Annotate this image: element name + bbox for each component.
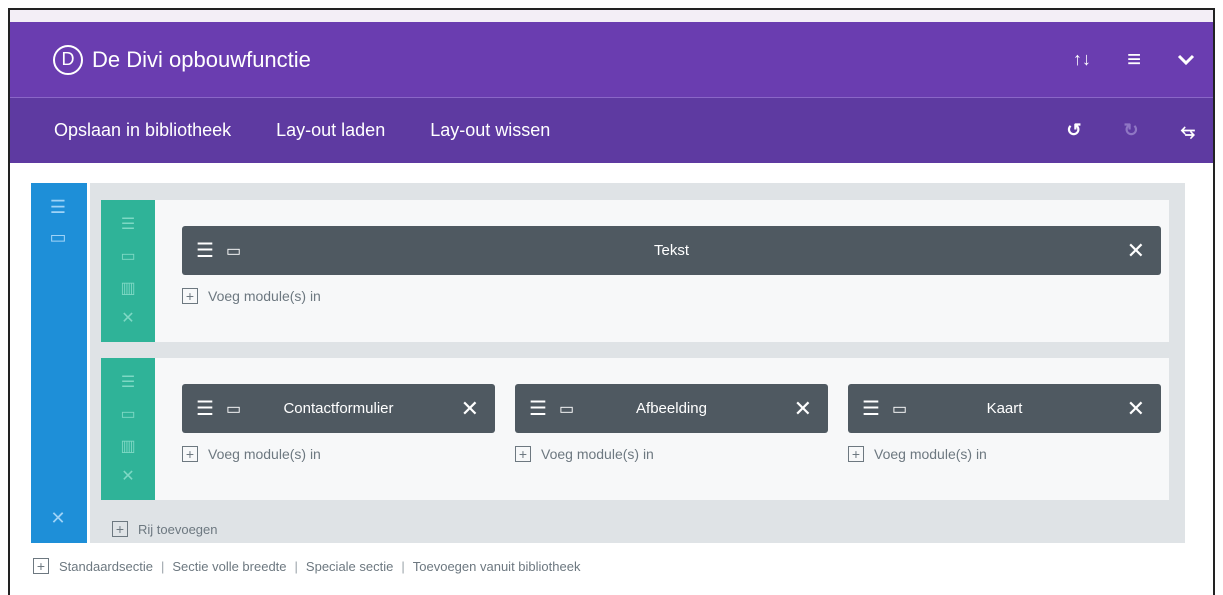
top-strip <box>10 10 1213 22</box>
plus-icon: + <box>515 446 531 462</box>
row-settings-icon[interactable]: ▭ <box>116 246 140 266</box>
plus-icon: + <box>848 446 864 462</box>
module-move-icon[interactable]: ☰ <box>196 396 214 421</box>
row-delete-icon[interactable]: ✕ <box>116 308 140 328</box>
standard-section-link[interactable]: Standaardsectie <box>59 559 153 574</box>
add-module-label: Voeg module(s) in <box>208 288 321 304</box>
module-settings-icon[interactable]: ▭ <box>892 399 907 419</box>
section-delete-icon[interactable]: ✕ <box>46 508 70 529</box>
special-section-link[interactable]: Speciale sectie <box>306 559 393 574</box>
add-row-button[interactable]: + Rij toevoegen <box>112 521 218 537</box>
sort-arrows-icon[interactable]: ↑↓ <box>1073 49 1091 70</box>
add-section-links: + Standaardsectie | Sectie volle breedte… <box>33 558 580 574</box>
module-image[interactable]: ☰ ▭ Afbeelding ✕ <box>515 384 828 433</box>
builder-title: De Divi opbouwfunctie <box>92 46 311 72</box>
clear-layout-link[interactable]: Lay-out wissen <box>430 120 550 141</box>
menu-icon[interactable]: ≡ <box>1127 46 1141 74</box>
section-settings-icon[interactable]: ▭ <box>46 227 70 248</box>
module-delete-icon[interactable]: ✕ <box>1127 238 1145 264</box>
separator: | <box>294 558 298 574</box>
add-row-label: Rij toevoegen <box>138 521 218 537</box>
module-text[interactable]: ☰ ▭ Tekst ✕ <box>182 226 1161 275</box>
add-module-label: Voeg module(s) in <box>874 446 987 462</box>
plus-icon: + <box>182 446 198 462</box>
undo-icon[interactable]: ↺ <box>1066 120 1081 141</box>
module-settings-icon[interactable]: ▭ <box>226 399 241 419</box>
builder-toolbar: Opslaan in bibliotheek Lay-out laden Lay… <box>10 98 1213 163</box>
plus-icon: + <box>112 521 128 537</box>
module-move-icon[interactable]: ☰ <box>862 396 880 421</box>
module-delete-icon[interactable]: ✕ <box>794 396 812 422</box>
add-module-button[interactable]: + Voeg module(s) in <box>515 446 654 462</box>
toolbar-actions: ↺ ↻ ⥃ <box>1066 98 1195 163</box>
redo-icon[interactable]: ↻ <box>1124 120 1139 141</box>
add-module-button[interactable]: + Voeg module(s) in <box>182 288 321 304</box>
row-2-handle[interactable]: ☰ ▭ ▥ ✕ <box>101 358 155 500</box>
separator: | <box>401 558 405 574</box>
row-move-icon[interactable]: ☰ <box>116 372 140 392</box>
module-settings-icon[interactable]: ▭ <box>226 241 241 261</box>
row-2: ☰ ▭ ▥ ✕ ☰ ▭ Contactformulier ✕ + Voeg mo… <box>101 358 1169 500</box>
module-move-icon[interactable]: ☰ <box>196 238 214 263</box>
module-map[interactable]: ☰ ▭ Kaart ✕ <box>848 384 1161 433</box>
module-contact-form[interactable]: ☰ ▭ Contactformulier ✕ <box>182 384 495 433</box>
module-label: Tekst <box>653 242 689 259</box>
module-delete-icon[interactable]: ✕ <box>461 396 479 422</box>
plus-icon: + <box>33 558 49 574</box>
module-delete-icon[interactable]: ✕ <box>1127 396 1145 422</box>
plus-icon: + <box>182 288 198 304</box>
builder-header: D De Divi opbouwfunctie ↑↓ ≡ <box>10 22 1213 98</box>
history-icon[interactable]: ⥃ <box>1181 120 1195 141</box>
row-delete-icon[interactable]: ✕ <box>116 466 140 486</box>
add-from-library-link[interactable]: Toevoegen vanuit bibliotheek <box>413 559 581 574</box>
row-settings-icon[interactable]: ▭ <box>116 404 140 424</box>
header-actions: ↑↓ ≡ <box>1073 22 1195 97</box>
logo-letter: D <box>61 49 75 69</box>
load-layout-link[interactable]: Lay-out laden <box>276 120 385 141</box>
separator: | <box>160 558 165 574</box>
row-columns-icon[interactable]: ▥ <box>116 436 140 456</box>
fullwidth-section-link[interactable]: Sectie volle breedte <box>172 559 286 574</box>
add-module-button[interactable]: + Voeg module(s) in <box>848 446 987 462</box>
row-1: ☰ ▭ ▥ ✕ ☰ ▭ Tekst ✕ + Voeg module(s) in <box>101 200 1169 342</box>
add-module-button[interactable]: + Voeg module(s) in <box>182 446 321 462</box>
add-module-label: Voeg module(s) in <box>541 446 654 462</box>
section-move-icon[interactable]: ☰ <box>46 197 70 218</box>
add-module-label: Voeg module(s) in <box>208 446 321 462</box>
chevron-down-icon[interactable] <box>1177 54 1195 66</box>
section-handle[interactable]: ☰ ▭ ✕ <box>31 183 87 543</box>
row-move-icon[interactable]: ☰ <box>116 214 140 234</box>
row-columns-icon[interactable]: ▥ <box>116 278 140 298</box>
module-move-icon[interactable]: ☰ <box>529 396 547 421</box>
save-to-library-link[interactable]: Opslaan in bibliotheek <box>54 120 231 141</box>
row-1-handle[interactable]: ☰ ▭ ▥ ✕ <box>101 200 155 342</box>
divi-logo-icon: D <box>53 44 83 75</box>
module-settings-icon[interactable]: ▭ <box>559 399 574 419</box>
